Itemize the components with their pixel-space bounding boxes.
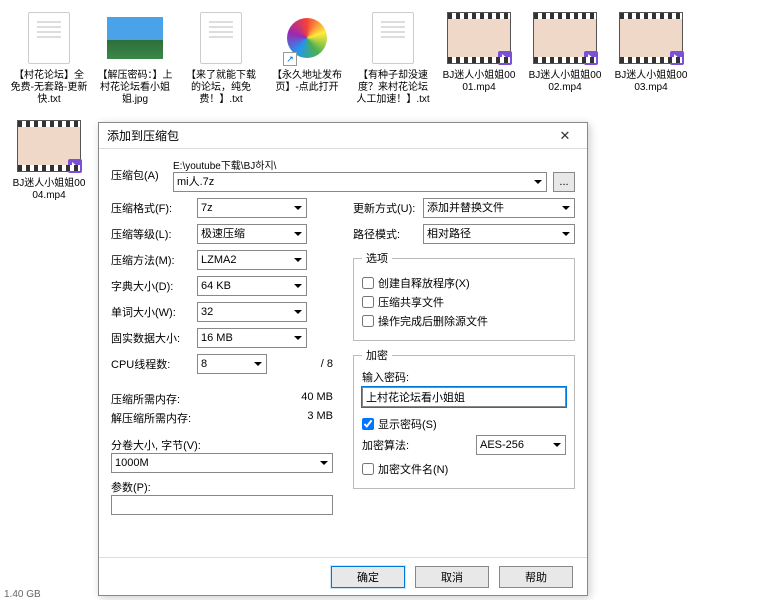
play-icon [670,51,684,65]
level-select[interactable]: 极速压缩 [197,224,307,244]
add-to-archive-dialog: 添加到压缩包 ✕ 压缩包(A) E:\youtube下载\BJ하지\ mi人.7… [98,122,588,596]
shortcut-arrow-icon: ↗ [283,52,297,66]
options-legend: 选项 [362,250,392,266]
file-item[interactable]: 【有种子却没速度？来村花论坛人工加速！】.txt [352,4,434,108]
format-select[interactable]: 7z [197,198,307,218]
dialog-titlebar: 添加到压缩包 ✕ [99,123,587,149]
cpu-max: / 8 [321,358,333,370]
solid-label: 固实数据大小: [111,330,191,346]
method-label: 压缩方法(M): [111,252,191,268]
file-item[interactable]: ↗ 【永久地址发布页】-点此打开 [266,4,348,108]
share-checkbox[interactable]: 压缩共享文件 [362,294,566,310]
video-thumbnail [17,120,81,172]
file-item[interactable]: BJ迷人小姐姐0004.mp4 [8,112,90,204]
update-label: 更新方式(U): [353,200,417,216]
file-label: 【解压密码：】上村花论坛看小姐姐.jpg [96,70,174,106]
text-file-icon [28,12,70,64]
file-label: BJ迷人小姐姐0003.mp4 [612,70,690,94]
method-select[interactable]: LZMA2 [197,250,307,270]
params-input[interactable] [111,495,333,515]
video-thumbnail [447,12,511,64]
dict-label: 字典大小(D): [111,278,191,294]
dict-select[interactable]: 64 KB [197,276,307,296]
file-item[interactable]: 【村花论坛】全免费-无套路-更新快.txt [8,4,90,108]
format-label: 压缩格式(F): [111,200,191,216]
show-password-checkbox[interactable]: 显示密码(S) [362,416,566,432]
enc-method-label: 加密算法: [362,437,470,453]
solid-select[interactable]: 16 MB [197,328,307,348]
level-label: 压缩等级(L): [111,226,191,242]
word-select[interactable]: 32 [197,302,307,322]
file-label: 【来了就能下载的论坛，纯免费！】.txt [182,70,260,106]
split-label: 分卷大小, 字节(V): [111,437,333,453]
left-column: 压缩格式(F): 7z 压缩等级(L): 极速压缩 压缩方法(M): LZMA2 字典… [111,198,333,515]
browse-button[interactable]: ... [553,172,575,192]
file-label: 【有种子却没速度？来村花论坛人工加速！】.txt [354,70,432,106]
encryption-group: 加密 输入密码: 显示密码(S) 加密算法: AES-256 加密文件名(N) [353,347,575,489]
archive-label: 压缩包(A) [111,167,167,183]
mem-decompress-value: 3 MB [307,410,333,426]
video-thumbnail [619,12,683,64]
video-thumbnail [533,12,597,64]
play-icon [584,51,598,65]
file-item[interactable]: BJ迷人小姐姐0002.mp4 [524,4,606,108]
archive-path: E:\youtube下载\BJ하지\ [173,157,575,172]
path-select[interactable]: 相对路径 [423,224,575,244]
text-file-icon [372,12,414,64]
ok-button[interactable]: 确定 [331,566,405,588]
close-button[interactable]: ✕ [549,126,581,146]
update-select[interactable]: 添加并替换文件 [423,198,575,218]
file-item[interactable]: 【来了就能下载的论坛，纯免费！】.txt [180,4,262,108]
encrypt-names-checkbox[interactable]: 加密文件名(N) [362,461,566,477]
play-icon [498,51,512,65]
mem-decompress-label: 解压缩所需内存: [111,410,191,426]
dialog-title: 添加到压缩包 [107,127,179,144]
params-label: 参数(P): [111,479,333,495]
image-thumbnail [107,17,163,59]
mem-compress-label: 压缩所需内存: [111,391,180,407]
file-item[interactable]: BJ迷人小姐姐0001.mp4 [438,4,520,108]
cpu-select[interactable]: 8 [197,354,267,374]
text-file-icon [200,12,242,64]
file-label: BJ迷人小姐姐0001.mp4 [440,70,518,94]
password-label: 输入密码: [362,369,566,385]
file-label: BJ迷人小姐姐0004.mp4 [10,178,88,202]
encryption-legend: 加密 [362,347,392,363]
file-item[interactable]: 【解压密码：】上村花论坛看小姐姐.jpg [94,4,176,108]
play-icon [68,159,82,173]
status-bar: 1.40 GB [4,589,41,600]
dialog-footer: 确定 取消 帮助 [99,557,587,595]
file-label: 【村花论坛】全免费-无套路-更新快.txt [10,70,88,106]
file-label: 【永久地址发布页】-点此打开 [268,70,346,94]
dialog-body: 压缩包(A) E:\youtube下载\BJ하지\ mi人.7z ... 压缩格… [99,149,587,557]
cancel-button[interactable]: 取消 [415,566,489,588]
sfx-checkbox[interactable]: 创建自释放程序(X) [362,275,566,291]
mem-compress-value: 40 MB [301,391,333,407]
right-column: 更新方式(U): 添加并替换文件 路径模式: 相对路径 选项 创建自释放程序(X) … [353,198,575,515]
cpu-label: CPU线程数: [111,356,191,372]
file-item[interactable]: BJ迷人小姐姐0003.mp4 [610,4,692,108]
password-input[interactable] [362,387,566,407]
file-label: BJ迷人小姐姐0002.mp4 [526,70,604,94]
path-label: 路径模式: [353,226,417,242]
delete-checkbox[interactable]: 操作完成后删除源文件 [362,313,566,329]
split-select[interactable]: 1000M [111,453,333,473]
enc-method-select[interactable]: AES-256 [476,435,566,455]
word-label: 单词大小(W): [111,304,191,320]
help-button[interactable]: 帮助 [499,566,573,588]
options-group: 选项 创建自释放程序(X) 压缩共享文件 操作完成后删除源文件 [353,250,575,341]
archive-file-select[interactable]: mi人.7z [173,172,547,192]
